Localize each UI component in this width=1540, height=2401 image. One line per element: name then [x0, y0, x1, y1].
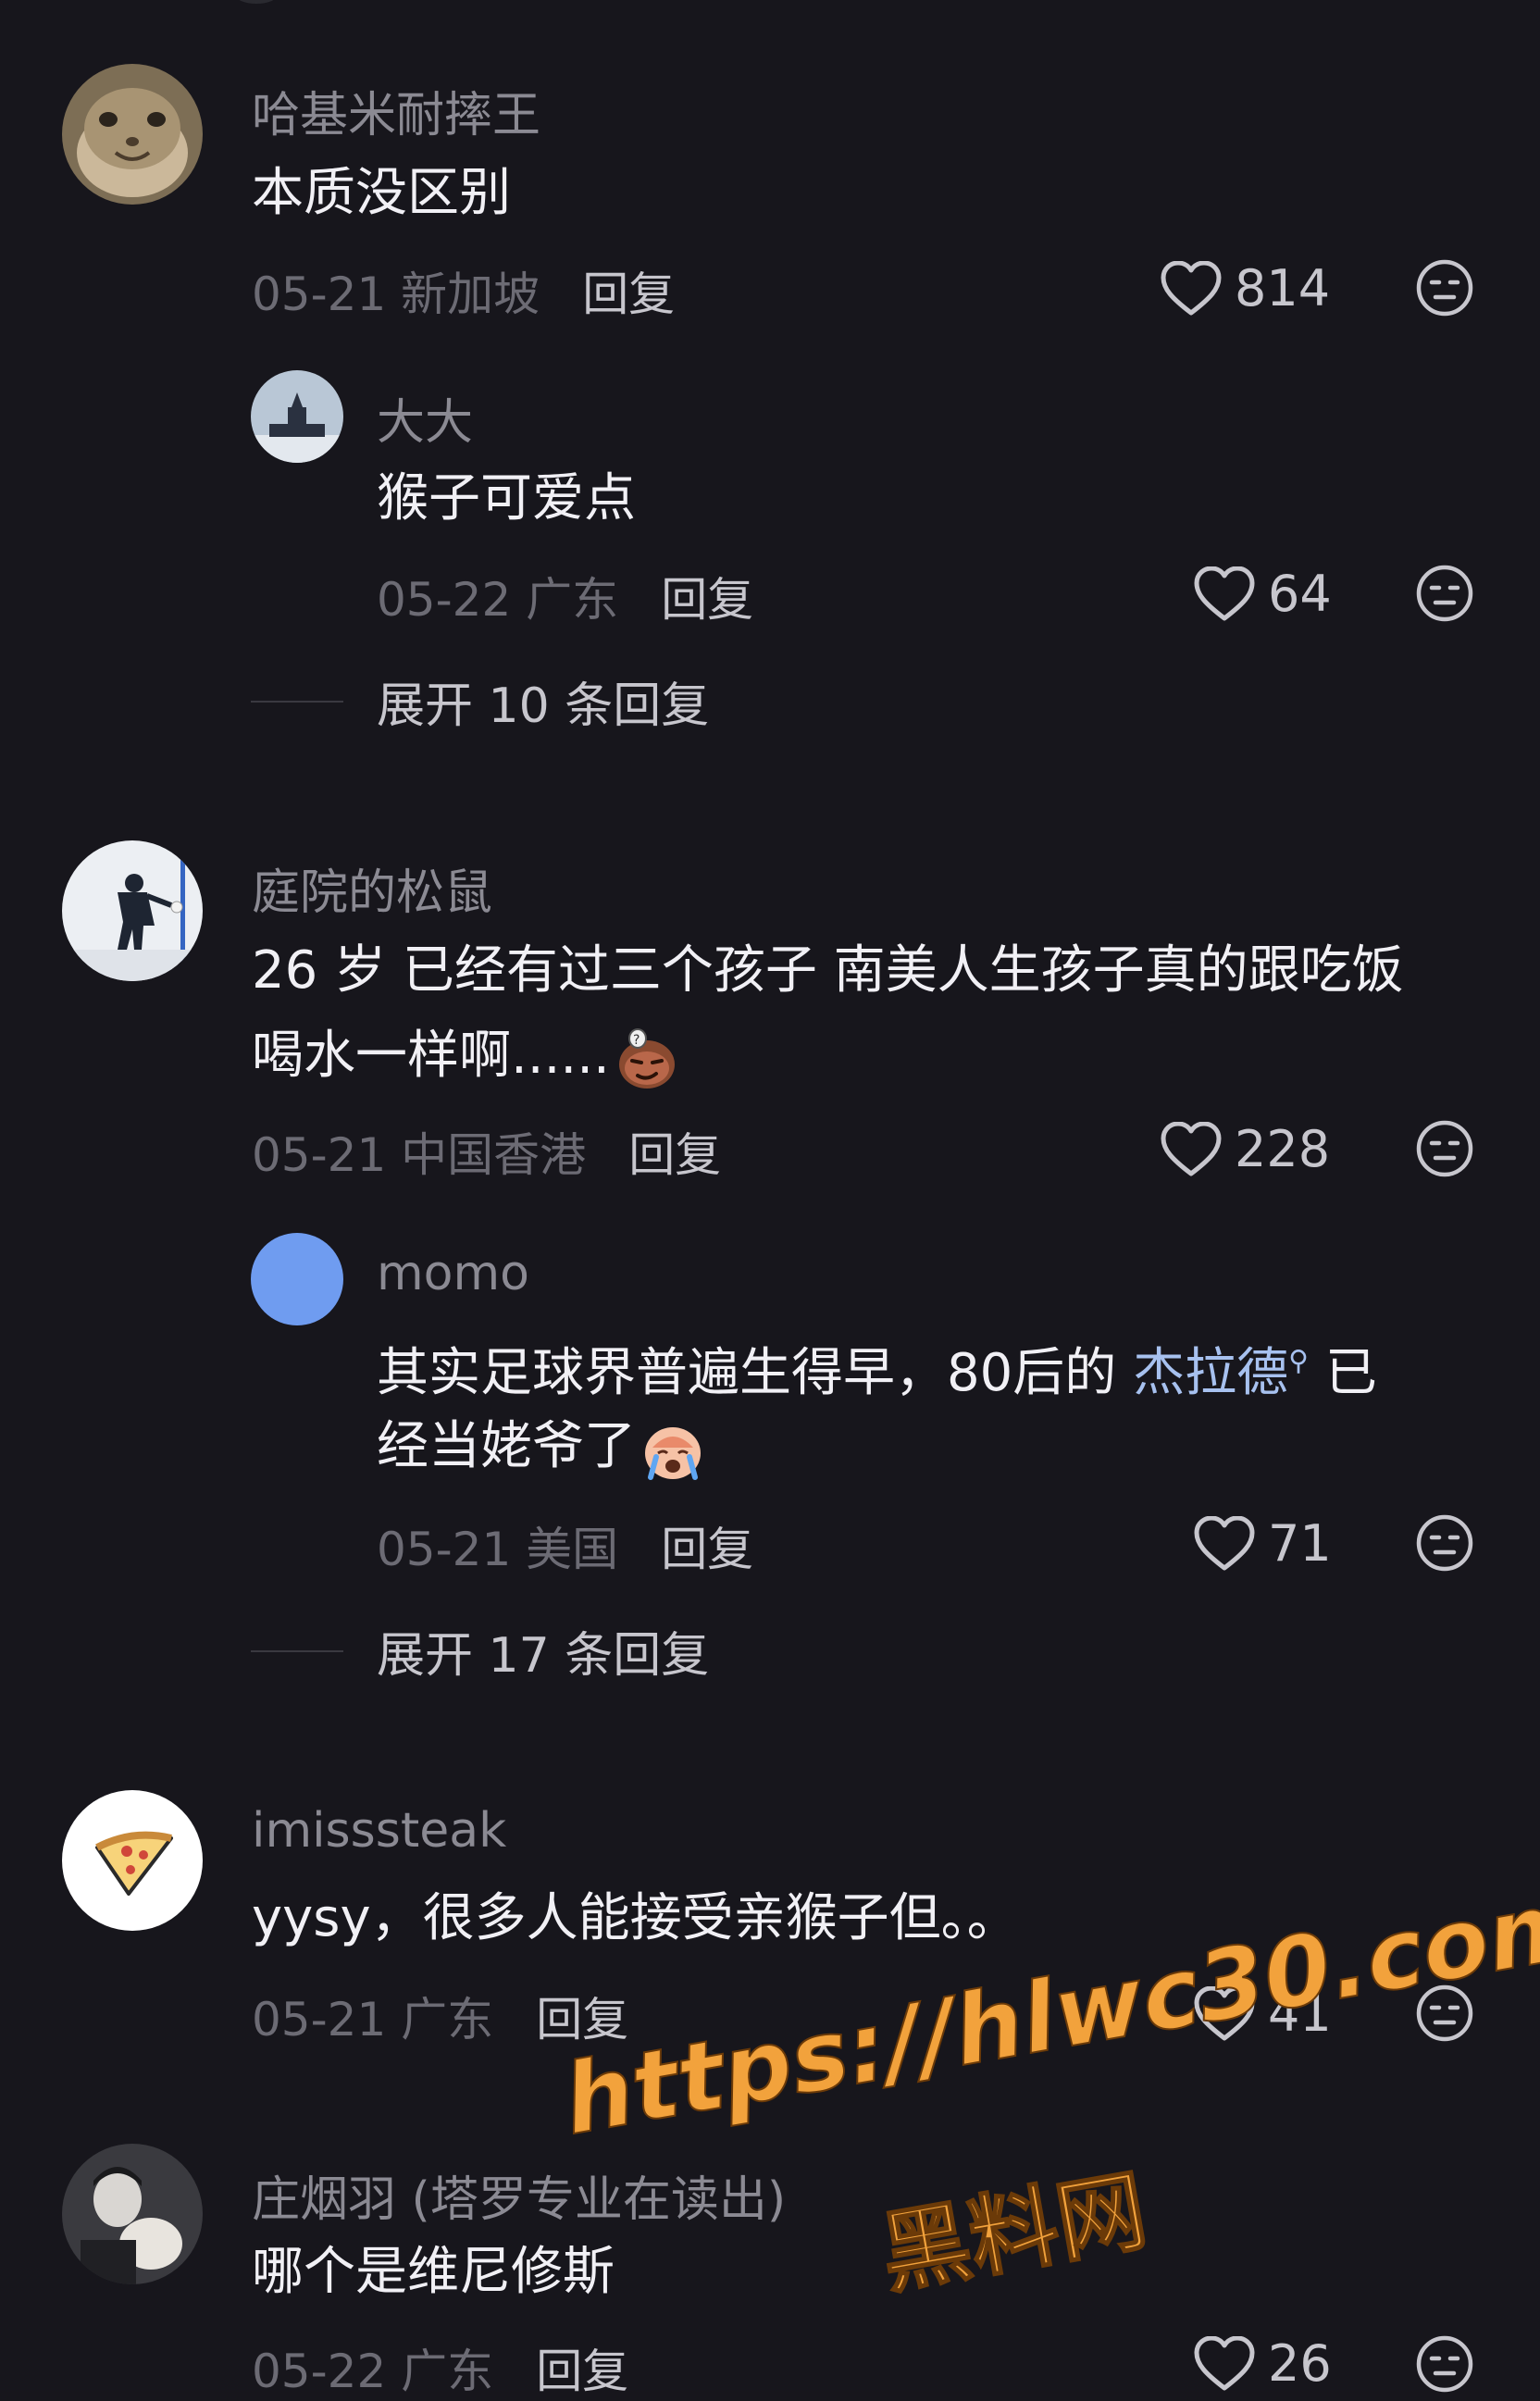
date-location: 05-21 中国香港 [252, 1128, 587, 1182]
dislike-button[interactable] [1415, 1119, 1474, 1178]
heart-icon [1161, 1121, 1222, 1176]
expand-replies-button[interactable]: 展开 17 条回复 [251, 1616, 709, 1686]
expand-label: 展开 10 条回复 [377, 678, 710, 734]
dislike-button[interactable] [1415, 258, 1474, 317]
photo-avatar-icon [62, 2144, 203, 2284]
search-icon[interactable]: ⚲ [1288, 1345, 1309, 1377]
expand-label: 展开 17 条回复 [377, 1628, 710, 1684]
like-button[interactable]: 26 [1194, 2334, 1332, 2393]
username[interactable]: momo [377, 1246, 529, 1301]
reply-button[interactable]: 回复 [536, 2334, 628, 2401]
like-button[interactable]: 71 [1194, 1514, 1332, 1573]
comment-meta: 05-21 美国 回复 [377, 1512, 753, 1579]
date-location: 05-21 新加坡 [252, 267, 540, 321]
dislike-button[interactable] [1415, 1513, 1474, 1573]
comment-text-line1: 26 岁 已经有过三个孩子 南美人生孩子真的跟吃饭 [252, 940, 1404, 1001]
blue-circle-avatar-icon [251, 1233, 343, 1325]
expand-replies-button[interactable]: 展开 10 条回复 [251, 666, 709, 736]
avatar[interactable] [251, 1233, 343, 1325]
dislike-button[interactable] [1415, 564, 1474, 623]
avatar[interactable] [62, 64, 203, 205]
like-button[interactable]: 64 [1194, 565, 1332, 623]
like-count: 228 [1235, 1120, 1331, 1178]
person-avatar-icon [62, 840, 203, 981]
reply-button[interactable]: 回复 [661, 1512, 753, 1579]
date-location: 05-22 广东 [252, 2345, 494, 2398]
like-count: 64 [1268, 565, 1332, 623]
heart-icon [1194, 1985, 1255, 2040]
comment-text: 经当姥爷了 [377, 1416, 636, 1476]
meh-face-icon [1416, 1514, 1473, 1572]
avatar[interactable] [62, 2144, 203, 2284]
meh-face-icon [1416, 2335, 1473, 2393]
comment-text-line2: 喝水一样啊...... ? [252, 1013, 680, 1100]
comment-meta: 05-22 广东 回复 [377, 563, 753, 629]
reply-button[interactable]: 回复 [582, 257, 675, 324]
heart-icon [1194, 2335, 1255, 2390]
divider [251, 700, 343, 703]
meh-face-icon [1416, 1984, 1473, 2042]
comment-text: yysy，很多人能接受亲猴子但。。 [252, 1888, 1019, 1948]
date-location: 05-21 广东 [252, 1993, 494, 2046]
comment-text: 喝水一样啊...... [252, 1026, 610, 1086]
avatar[interactable] [62, 1790, 203, 1931]
heart-icon [1194, 566, 1255, 620]
reply-button[interactable]: 回复 [628, 1118, 721, 1185]
username-text: 庄烟羽 (塔罗专业在读 [252, 2172, 719, 2228]
like-count: 814 [1235, 259, 1331, 317]
comment-meta: 05-21 新加坡 回复 [252, 257, 675, 324]
cat-avatar-icon [62, 64, 203, 205]
date-location: 05-22 广东 [377, 573, 619, 627]
meh-face-icon [1416, 1120, 1473, 1177]
date-location: 05-21 美国 [377, 1523, 619, 1576]
comment-text: 哪个是维尼修斯 [252, 2242, 615, 2302]
comment-text: 已 [1309, 1343, 1377, 1403]
like-button[interactable]: 228 [1161, 1120, 1330, 1178]
crying-emoji-icon [645, 1426, 701, 1480]
reply-button[interactable]: 回复 [536, 1983, 628, 2049]
like-count: 41 [1268, 1984, 1332, 2043]
like-button[interactable]: 41 [1194, 1984, 1332, 2043]
avatar[interactable] [62, 840, 203, 981]
comment-text-line1: 其实足球界普遍生得早，80后的 杰拉德⚲ 已 [377, 1318, 1377, 1417]
username[interactable]: 庄烟羽 (塔罗专业在读出) [252, 2160, 786, 2230]
comment-text: 本质没区别 [252, 163, 511, 223]
comment-meta: 05-22 广东 回复 [252, 2334, 628, 2401]
heart-icon [1161, 260, 1222, 315]
username[interactable]: imisssteak [252, 1803, 506, 1859]
svg-text:?: ? [633, 1033, 640, 1048]
like-button[interactable]: 814 [1161, 259, 1330, 317]
avatar[interactable] [251, 370, 343, 463]
comment-meta: 05-21 广东 回复 [252, 1983, 628, 2049]
like-count: 26 [1268, 2334, 1332, 2393]
username[interactable]: 庭院的松鼠 [252, 853, 492, 923]
meh-face-icon [1416, 259, 1473, 317]
username[interactable]: 哈基米耐摔王 [252, 76, 540, 145]
like-count: 71 [1268, 1514, 1332, 1573]
dislike-button[interactable] [1415, 1984, 1474, 2043]
reply-button[interactable]: 回复 [661, 563, 753, 629]
comment-text-line2: 经当姥爷了 [377, 1403, 706, 1490]
smirk-emoji-icon: ? [618, 1027, 675, 1089]
pizza-avatar-icon [62, 1790, 203, 1931]
comment-text: 猴子可爱点 [377, 468, 636, 529]
username[interactable]: 大大 [377, 383, 473, 453]
heart-icon [1194, 1515, 1255, 1570]
dislike-button[interactable] [1415, 2334, 1474, 2394]
watermark-site: 黑料网 [873, 2158, 1155, 2308]
meh-face-icon [1416, 565, 1473, 622]
comment-meta: 05-21 中国香港 回复 [252, 1118, 721, 1185]
username-tail: 出) [718, 2172, 787, 2228]
comment-text: 其实足球界普遍生得早，80后的 [377, 1343, 1134, 1403]
partial-avatar-top [236, 0, 277, 4]
tower-avatar-icon [251, 370, 343, 463]
divider [251, 1649, 343, 1652]
mention-link[interactable]: 杰拉德 [1133, 1343, 1288, 1403]
